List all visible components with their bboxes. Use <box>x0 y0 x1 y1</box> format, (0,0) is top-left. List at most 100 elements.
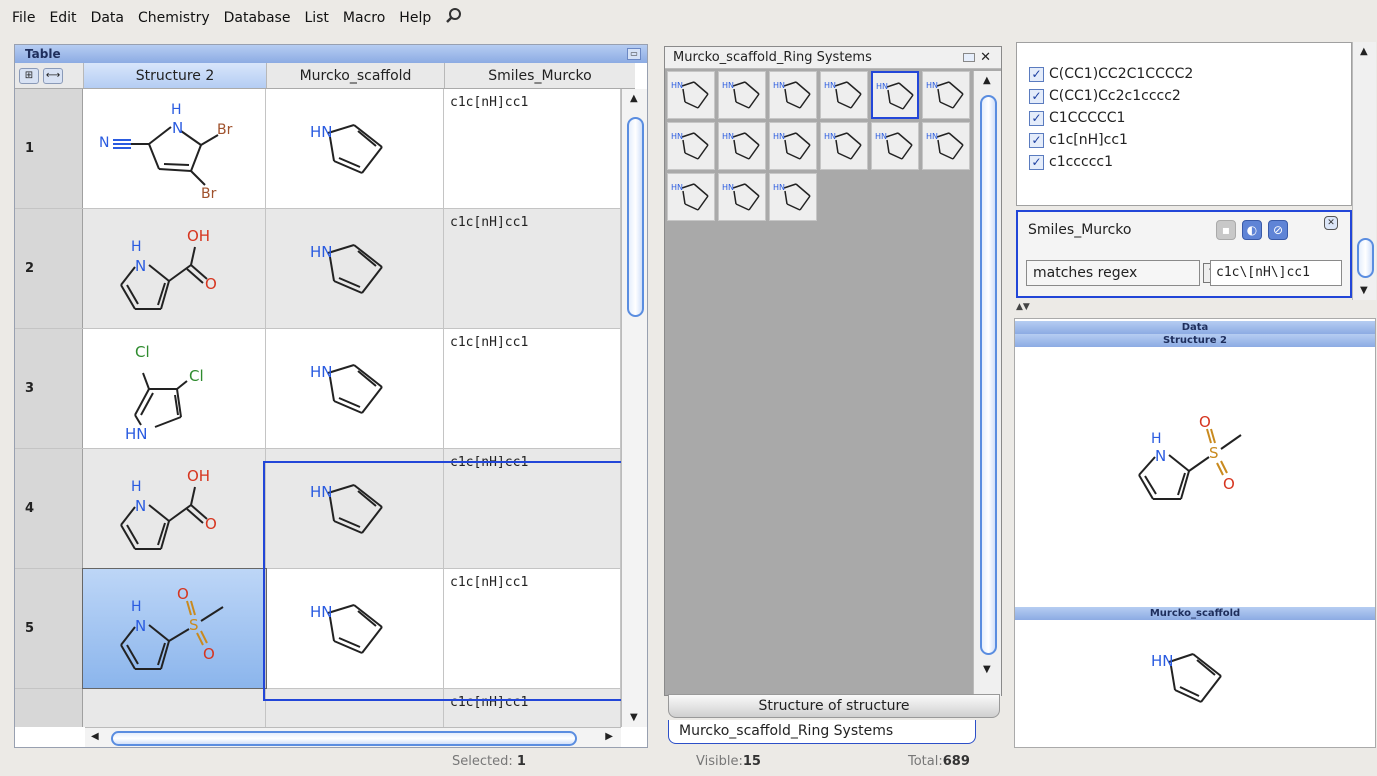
murcko-cell[interactable]: HN <box>266 569 444 688</box>
smiles-cell[interactable]: c1c[nH]cc1 <box>444 569 621 688</box>
table-row[interactable]: 5 N H O S O HN c1c[nH]cc1 <box>15 568 621 689</box>
clear-filter-icon[interactable]: ⊘ <box>1268 220 1288 240</box>
filter-operator-select[interactable]: matches regex ▼ <box>1026 260 1223 286</box>
scroll-up-icon[interactable]: ▲ <box>1360 46 1368 57</box>
table-horizontal-scrollbar[interactable]: ◀ ▶ <box>85 727 621 747</box>
scaffold-thumbnail[interactable]: HN <box>922 71 970 119</box>
scaffold-thumbnail[interactable]: HN <box>769 122 817 170</box>
scroll-right-icon[interactable]: ▶ <box>605 731 613 742</box>
filter-value-input[interactable]: c1c\[nH\]cc1 <box>1210 260 1342 286</box>
checkbox-checked-icon[interactable]: ✓ <box>1029 132 1044 148</box>
list-item[interactable]: ✓ C1CCCCC1 <box>1029 107 1125 129</box>
murcko-cell[interactable]: HN <box>266 449 444 568</box>
scroll-thumb[interactable] <box>980 95 997 655</box>
structure-cell-selected[interactable]: N H O S O <box>82 568 267 689</box>
scroll-left-icon[interactable]: ◀ <box>91 731 99 742</box>
tab-murcko-ring-systems[interactable]: Murcko_scaffold_Ring Systems <box>668 720 976 744</box>
table-row[interactable]: 1 N H Br N Br HN c1c[nH]cc1 <box>15 89 621 209</box>
row-number[interactable]: 2 <box>15 209 83 328</box>
column-header-smiles[interactable]: Smiles_Murcko <box>444 63 635 88</box>
row-number[interactable] <box>15 689 83 727</box>
column-header-structure[interactable]: Structure 2 <box>83 63 266 88</box>
scroll-thumb[interactable] <box>111 731 577 746</box>
menu-data[interactable]: Data <box>91 10 124 26</box>
scroll-down-icon[interactable]: ▼ <box>983 664 991 675</box>
close-icon[interactable]: ✕ <box>980 47 991 69</box>
scaffold-thumbnail[interactable]: HN <box>667 122 715 170</box>
smiles-cell[interactable]: c1c[nH]cc1 <box>444 329 621 448</box>
scaffold-thumbnail[interactable]: HN <box>871 71 919 119</box>
scaffold-thumbnail[interactable]: HN <box>820 122 868 170</box>
checkbox-checked-icon[interactable]: ✓ <box>1029 154 1044 170</box>
scaffold-thumbnail[interactable]: HN <box>718 122 766 170</box>
list-scrollbar[interactable]: ▲ ▼ <box>1352 42 1376 300</box>
scaffold-thumbnail[interactable]: HN <box>718 71 766 119</box>
murcko-cell[interactable]: HN <box>266 209 444 328</box>
checkbox-checked-icon[interactable]: ✓ <box>1029 88 1044 104</box>
row-number[interactable]: 5 <box>15 569 83 688</box>
list-item[interactable]: ✓ C(CC1)CC2C1CCCC2 <box>1029 63 1193 85</box>
fit-columns-icon[interactable]: ⟷ <box>43 67 63 84</box>
menu-database[interactable]: Database <box>224 10 291 26</box>
menu-help[interactable]: Help <box>399 10 431 26</box>
search-icon[interactable] <box>445 7 463 29</box>
scaffold-thumbnail[interactable]: HN <box>718 173 766 221</box>
splitter-arrows[interactable]: ▲▼ <box>1016 302 1030 312</box>
murcko-cell[interactable] <box>266 689 444 727</box>
scaffold-thumbnail[interactable]: HN <box>871 122 919 170</box>
list-item[interactable]: ✓ c1ccccc1 <box>1029 151 1113 173</box>
scaffold-thumbnail[interactable]: HN <box>667 173 715 221</box>
structure-cell[interactable]: N H Br N Br <box>83 89 266 208</box>
smiles-cell[interactable]: c1c[nH]cc1 <box>444 449 621 568</box>
checkbox-checked-icon[interactable]: ✓ <box>1029 110 1044 126</box>
structure-cell[interactable]: Cl Cl HN <box>83 329 266 448</box>
close-icon[interactable]: ✕ <box>1324 216 1338 230</box>
structure-cell[interactable] <box>83 689 266 727</box>
scroll-up-icon[interactable]: ▲ <box>630 93 638 104</box>
column-header-murcko[interactable]: Murcko_scaffold <box>266 63 444 88</box>
atom-label: H <box>131 479 142 495</box>
molecule-drawing: N H O S O <box>120 585 224 670</box>
atom-label: N <box>135 497 146 515</box>
menu-chemistry[interactable]: Chemistry <box>138 10 210 26</box>
menu-edit[interactable]: Edit <box>49 10 76 26</box>
scroll-up-icon[interactable]: ▲ <box>983 75 991 86</box>
table-row[interactable]: 3 Cl Cl HN HN c1c[nH]cc1 <box>15 329 621 449</box>
structure-cell[interactable]: N H OH O <box>83 449 266 568</box>
select-all-icon[interactable]: ⊞ <box>19 67 39 84</box>
murcko-cell[interactable]: HN <box>266 89 444 208</box>
checkbox-checked-icon[interactable]: ✓ <box>1029 66 1044 82</box>
minimize-icon[interactable]: ▭ <box>627 48 641 60</box>
scaffold-thumbnail[interactable]: HN <box>667 71 715 119</box>
list-item[interactable]: ✓ C(CC1)Cc2c1cccc2 <box>1029 85 1181 107</box>
menu-macro[interactable]: Macro <box>343 10 385 26</box>
row-number[interactable]: 1 <box>15 89 83 208</box>
menu-list[interactable]: List <box>304 10 328 26</box>
column-header-row: ⊞ ⟷ Structure 2 Murcko_scaffold Smiles_M… <box>15 63 635 89</box>
list-item[interactable]: ✓ c1c[nH]cc1 <box>1029 129 1128 151</box>
scroll-thumb[interactable] <box>1357 238 1374 278</box>
table-row[interactable]: c1c[nH]cc1 <box>15 689 621 727</box>
table-vertical-scrollbar[interactable]: ▲ ▼ <box>621 89 647 727</box>
smiles-cell[interactable]: c1c[nH]cc1 <box>444 209 621 328</box>
murcko-cell[interactable]: HN <box>266 329 444 448</box>
scroll-down-icon[interactable]: ▼ <box>630 712 638 723</box>
scaffold-thumbnail[interactable]: HN <box>769 71 817 119</box>
scaffold-thumbnail[interactable]: HN <box>820 71 868 119</box>
refresh-icon[interactable]: ◐ <box>1242 220 1262 240</box>
table-row[interactable]: 2 N H OH O HN c1c[nH]cc1 <box>15 209 621 329</box>
thumbnail-scrollbar[interactable]: ▲ ▼ <box>973 71 1001 697</box>
scroll-thumb[interactable] <box>627 117 644 317</box>
scroll-down-icon[interactable]: ▼ <box>1360 285 1368 296</box>
minimize-icon[interactable] <box>963 53 975 62</box>
smiles-cell[interactable]: c1c[nH]cc1 <box>444 89 621 208</box>
tab-structure-of-structure[interactable]: Structure of structure <box>668 694 1000 718</box>
scaffold-thumbnail[interactable]: HN <box>922 122 970 170</box>
row-number[interactable]: 3 <box>15 329 83 448</box>
smiles-cell[interactable]: c1c[nH]cc1 <box>444 689 621 727</box>
menu-file[interactable]: File <box>12 10 35 26</box>
structure-cell[interactable]: N H OH O <box>83 209 266 328</box>
scaffold-thumbnail[interactable]: HN <box>769 173 817 221</box>
table-row[interactable]: 4 N H OH O HN c1c[nH]cc1 <box>15 449 621 569</box>
row-number[interactable]: 4 <box>15 449 83 568</box>
